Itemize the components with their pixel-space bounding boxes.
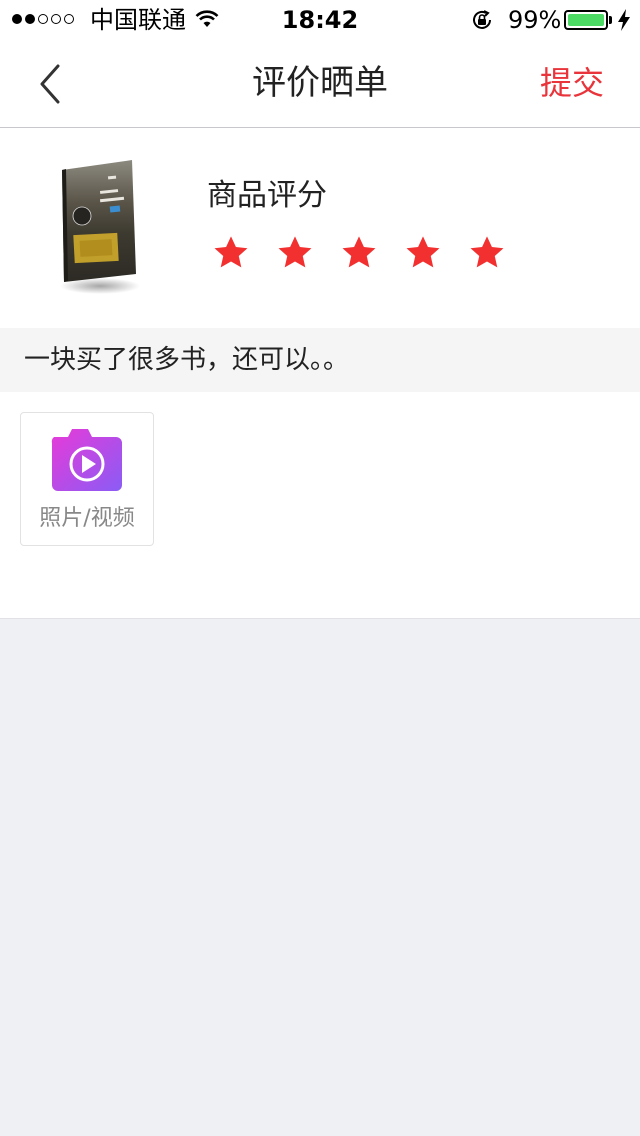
orientation-lock-icon: [473, 10, 491, 29]
review-text-input[interactable]: 一块买了很多书，还可以。。: [0, 328, 640, 392]
star-icon[interactable]: [340, 234, 378, 272]
add-photo-video-button[interactable]: 照片/视频: [20, 412, 154, 546]
star-icon[interactable]: [468, 234, 506, 272]
battery-fill: [568, 14, 604, 26]
camera-video-icon: [51, 429, 122, 491]
star-icon[interactable]: [276, 234, 314, 272]
rating-label: 商品评分: [207, 178, 327, 213]
upload-label: 照片/视频: [39, 506, 135, 531]
page-title: 评价晒单: [252, 63, 388, 103]
battery-icon: [564, 10, 608, 30]
star-rating[interactable]: [212, 234, 506, 272]
back-button[interactable]: [28, 62, 72, 106]
star-icon[interactable]: [212, 234, 250, 272]
empty-background: [0, 619, 640, 1136]
chevron-left-icon: [40, 64, 60, 104]
submit-button[interactable]: 提交: [540, 40, 604, 127]
status-bar: 中国联通 18:42 99%: [0, 0, 640, 40]
star-icon[interactable]: [404, 234, 442, 272]
battery-tip: [609, 16, 612, 24]
charging-bolt-icon: [618, 9, 630, 31]
media-upload-section: 照片/视频: [0, 392, 640, 619]
battery-percent: 99%: [508, 6, 562, 34]
screen: 中国联通 18:42 99% 评价晒单 提交 商品评分 一块买了很多书，还可以。…: [0, 0, 640, 1136]
product-image: [60, 160, 140, 294]
nav-bar: 评价晒单 提交: [0, 40, 640, 128]
product-rating-section: 商品评分: [0, 128, 640, 328]
